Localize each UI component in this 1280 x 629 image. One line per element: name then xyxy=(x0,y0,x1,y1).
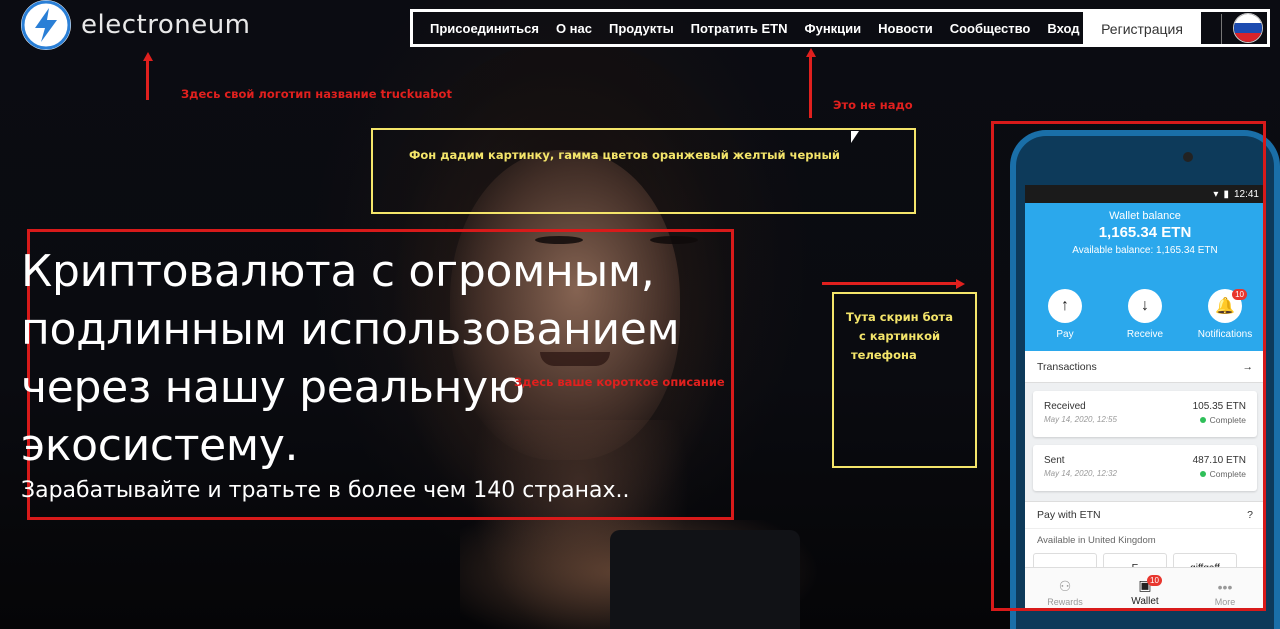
nav-divider xyxy=(1221,14,1222,44)
hero-title-line: экосистему. xyxy=(21,420,299,471)
annotation-phone-frame-box xyxy=(991,121,1266,611)
nav-item-features[interactable]: Функции xyxy=(805,21,862,36)
annotation-background-note: Фон дадим картинку, гамма цветов оранжев… xyxy=(409,148,840,162)
hero-title-line: Криптовалюта с огромным, xyxy=(21,246,655,297)
arrow-right-icon xyxy=(956,279,965,289)
mouse-cursor-icon xyxy=(851,131,859,143)
register-button[interactable]: Регистрация xyxy=(1083,11,1201,47)
lightning-bolt-icon xyxy=(21,0,71,50)
annotation-phone-note-line: Тута скрин бота xyxy=(846,310,953,324)
annotation-line-phone xyxy=(822,282,957,285)
hero-subtitle: Зарабатывайте и тратьте в более чем 140 … xyxy=(21,478,630,503)
nav-item-join[interactable]: Присоединиться xyxy=(430,21,539,36)
brand-name: electroneum xyxy=(81,10,251,40)
annotation-description-note: Здесь ваше короткое описание xyxy=(514,375,725,389)
bg-phone-in-hand xyxy=(610,530,800,629)
nav-item-login[interactable]: Вход xyxy=(1047,21,1079,36)
annotation-background-box xyxy=(371,128,916,214)
nav-item-about[interactable]: О нас xyxy=(556,21,592,36)
annotation-line-nav xyxy=(809,56,812,118)
brand-logo[interactable]: electroneum xyxy=(21,0,251,50)
annotation-nav-note: Это не надо xyxy=(833,98,913,112)
annotation-phone-note-line: с картинкой xyxy=(859,329,941,343)
annotation-line-logo xyxy=(146,60,149,100)
annotation-logo-note: Здесь свой логотип название truckuabot xyxy=(181,87,452,101)
top-navigation: Присоединиться О нас Продукты Потратить … xyxy=(410,9,1270,47)
nav-item-news[interactable]: Новости xyxy=(878,21,933,36)
hero-title-line: подлинным использованием xyxy=(21,304,680,355)
nav-item-community[interactable]: Сообщество xyxy=(950,21,1031,36)
annotation-phone-note-line: телефона xyxy=(851,348,917,362)
nav-item-products[interactable]: Продукты xyxy=(609,21,674,36)
hero-title: Криптовалюта с огромным, подлинным испол… xyxy=(21,243,721,475)
nav-item-spend-etn[interactable]: Потратить ETN xyxy=(691,21,788,36)
russia-flag-icon[interactable] xyxy=(1233,13,1263,43)
